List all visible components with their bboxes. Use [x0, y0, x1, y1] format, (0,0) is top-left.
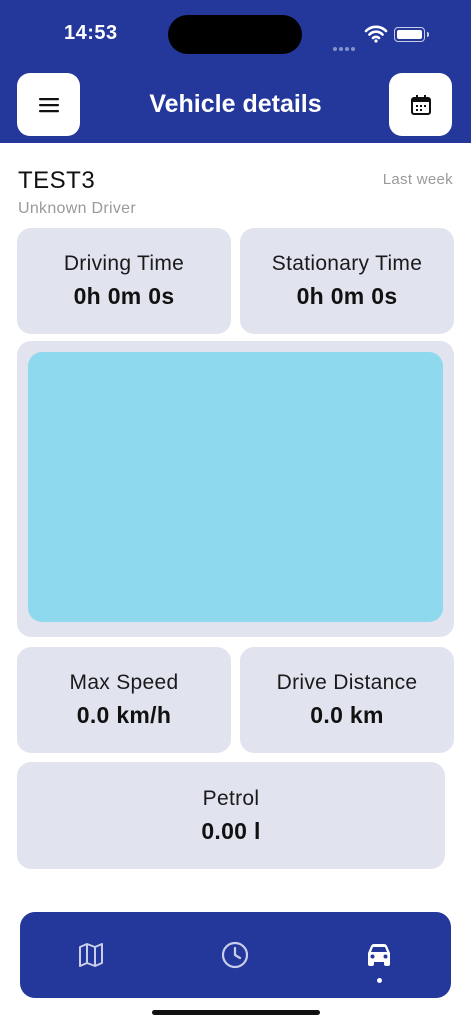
- map-icon: [79, 943, 103, 967]
- cellular-signal-icon: [333, 38, 357, 56]
- driving-time-card: Driving Time 0h 0m 0s: [17, 228, 231, 334]
- nav-history-tab[interactable]: [205, 912, 265, 998]
- stationary-time-value: 0h 0m 0s: [296, 283, 398, 309]
- driver-name: Unknown Driver: [18, 200, 137, 217]
- nav-map-tab[interactable]: [61, 912, 121, 998]
- drive-distance-card: Drive Distance 0.0 km: [240, 647, 454, 753]
- petrol-card: Petrol 0.00 l: [17, 762, 445, 869]
- clock-icon: [221, 941, 249, 969]
- drive-distance-value: 0.0 km: [310, 702, 384, 728]
- driving-time-value: 0h 0m 0s: [73, 283, 175, 309]
- stationary-time-label: Stationary Time: [271, 252, 423, 275]
- status-time: 14:53: [64, 22, 118, 44]
- period-label: Last week: [382, 171, 453, 188]
- vehicle-name: TEST3: [18, 167, 96, 194]
- calendar-button[interactable]: [389, 73, 452, 136]
- max-speed-label: Max Speed: [69, 671, 179, 694]
- app-header: 14:53 Vehicle details: [0, 0, 471, 143]
- petrol-value: 0.00 l: [201, 818, 261, 844]
- status-icons: [333, 24, 429, 51]
- route-map[interactable]: [28, 352, 443, 622]
- battery-icon: [394, 27, 429, 42]
- stationary-time-card: Stationary Time 0h 0m 0s: [240, 228, 454, 334]
- car-icon: [368, 944, 390, 966]
- calendar-icon: [410, 94, 431, 115]
- driving-time-label: Driving Time: [63, 252, 185, 275]
- home-indicator[interactable]: [152, 1010, 320, 1015]
- drive-distance-label: Drive Distance: [276, 671, 418, 694]
- bottom-navigation: [20, 912, 451, 998]
- petrol-label: Petrol: [202, 787, 260, 810]
- map-card: [17, 341, 454, 637]
- active-tab-indicator: [377, 978, 382, 983]
- dynamic-island: [168, 15, 302, 54]
- nav-vehicle-tab[interactable]: [349, 912, 409, 998]
- max-speed-value: 0.0 km/h: [76, 702, 172, 728]
- max-speed-card: Max Speed 0.0 km/h: [17, 647, 231, 753]
- wifi-icon: [364, 25, 388, 43]
